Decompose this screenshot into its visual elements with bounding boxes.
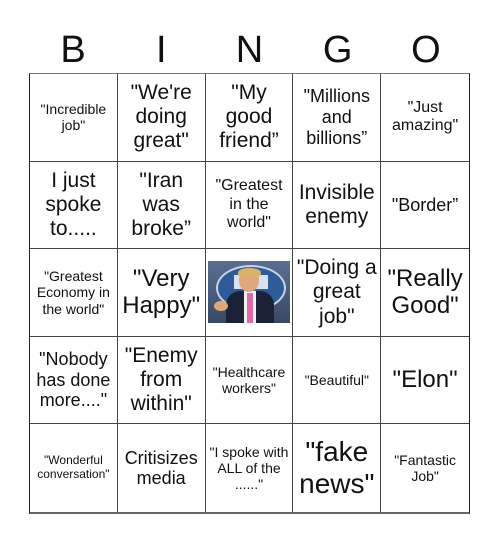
- bingo-cell-b-2[interactable]: I just spoke to.....: [30, 161, 118, 250]
- cell-text: "Fantastic Job": [394, 452, 456, 485]
- photo-tie: [246, 293, 253, 324]
- free-space-cell[interactable]: [205, 249, 294, 337]
- bingo-cell-o-5[interactable]: "Fantastic Job": [381, 424, 469, 512]
- bingo-cell-i-3[interactable]: "Very Happy": [117, 249, 206, 337]
- bingo-cell-g-3[interactable]: "Doing a great job": [293, 249, 382, 337]
- bingo-cell-g-1[interactable]: "Millions and billions”: [293, 74, 382, 162]
- cell-text: "fake news": [299, 436, 375, 500]
- cell-text: "Wonderful conversation": [37, 453, 110, 482]
- bingo-cell-n-4[interactable]: "Healthcare workers": [205, 336, 294, 425]
- cell-text: "We're doing great": [130, 81, 192, 153]
- bingo-cell-b-3[interactable]: "Greatest Economy in the world": [30, 249, 118, 337]
- cell-text: "Doing a great job": [296, 256, 377, 328]
- cell-text: Invisible enemy: [298, 180, 375, 228]
- photo-hair: [237, 268, 261, 278]
- bingo-cell-g-4[interactable]: "Beautiful": [293, 336, 382, 425]
- bingo-cell-n-1[interactable]: "My good friend”: [205, 74, 294, 162]
- bingo-cell-o-2[interactable]: "Border”: [381, 162, 469, 250]
- cell-text: "Border”: [391, 194, 459, 215]
- bingo-cell-g-2[interactable]: Invisible enemy: [293, 161, 382, 250]
- bingo-board: "Incredible job" "We're doing great" "My g…: [29, 73, 470, 514]
- bingo-cell-n-5[interactable]: "I spoke with ALL of the ......": [206, 424, 294, 512]
- bingo-cell-i-1[interactable]: "We're doing great": [117, 74, 206, 162]
- cell-text: "My good friend”: [219, 81, 279, 153]
- cell-text: I just spoke to.....: [45, 168, 102, 240]
- header-letter-o: O: [411, 29, 441, 71]
- cell-text: "Incredible job": [40, 101, 107, 134]
- cell-text: "Elon": [392, 366, 458, 394]
- bingo-cell-i-4[interactable]: "Enemy from within": [117, 336, 206, 425]
- bingo-cell-b-4[interactable]: "Nobody has done more....": [30, 336, 118, 425]
- cell-text: "Beautiful": [304, 372, 369, 389]
- cell-text: "I spoke with ALL of the ......": [209, 444, 289, 493]
- header-letter-n: N: [235, 29, 264, 71]
- cell-text: "Iran was broke”: [131, 168, 191, 240]
- bingo-header: B I N G O: [29, 28, 470, 73]
- bingo-cell-i-5[interactable]: Critisizes media: [118, 424, 206, 512]
- cell-text: "Really Good": [387, 264, 463, 320]
- cell-text: "Enemy from within": [124, 343, 198, 416]
- bingo-cell-b-5[interactable]: "Wonderful conversation": [30, 424, 118, 512]
- cell-text: Critisizes media: [124, 447, 198, 489]
- bingo-cell-o-4[interactable]: "Elon": [381, 337, 469, 425]
- header-letter-g: G: [322, 29, 353, 71]
- bingo-cell-o-3[interactable]: "Really Good": [381, 249, 469, 337]
- cell-text: "Very Happy": [122, 264, 201, 320]
- cell-text: "Greatest in the world": [215, 177, 283, 232]
- header-letter-i: I: [156, 29, 167, 71]
- bingo-cell-i-2[interactable]: "Iran was broke”: [117, 161, 206, 250]
- cell-text: "Millions and billions”: [303, 86, 370, 148]
- bingo-cell-g-5[interactable]: "fake news": [293, 424, 382, 512]
- header-letter-b: B: [60, 29, 86, 71]
- bingo-cell-n-2[interactable]: "Greatest in the world": [205, 161, 294, 250]
- bingo-cell-o-1[interactable]: "Just amazing": [381, 74, 469, 162]
- bingo-cell-b-1[interactable]: "Incredible job": [30, 74, 118, 162]
- president-photo: [207, 261, 291, 324]
- cell-text: "Greatest Economy in the world": [36, 268, 110, 317]
- cell-text: "Just amazing": [392, 98, 459, 135]
- cell-text: "Healthcare workers": [212, 364, 286, 397]
- cell-text: "Nobody has done more....": [36, 349, 111, 411]
